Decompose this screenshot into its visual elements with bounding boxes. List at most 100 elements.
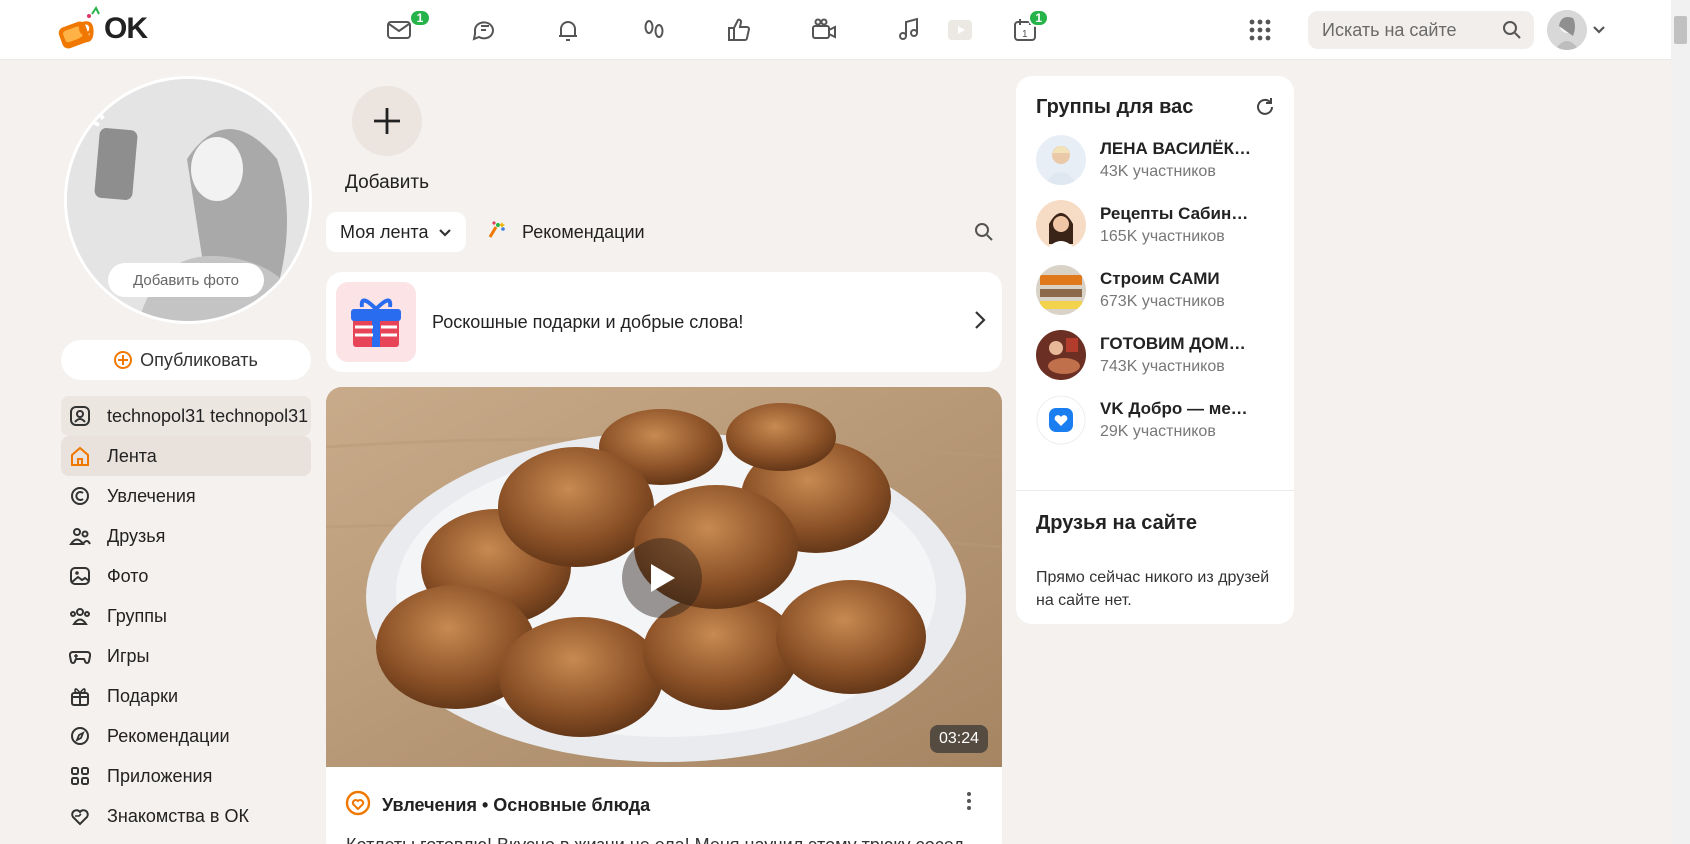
- chevron-down-icon: [438, 222, 452, 243]
- group-members: 743K участников: [1100, 358, 1225, 375]
- nav-discussions[interactable]: [464, 12, 504, 48]
- gamepad-icon: [67, 643, 93, 669]
- play-icon: [651, 564, 675, 592]
- recommendations-label: Рекомендации: [522, 221, 645, 242]
- dating-icon: [67, 803, 93, 829]
- search-icon[interactable]: [1502, 20, 1522, 45]
- chat-bubbles-icon: [472, 21, 494, 41]
- my-feed-dropdown[interactable]: Моя лента: [326, 212, 466, 252]
- page-scrollbar[interactable]: [1671, 0, 1690, 844]
- photo-icon: [67, 563, 93, 589]
- logo-text: OK: [104, 12, 148, 45]
- group-avatar: [1036, 135, 1086, 185]
- apps-menu-button[interactable]: [1240, 12, 1280, 48]
- group-item[interactable]: VK Добро — место добрых дел 29K участник…: [1036, 392, 1276, 448]
- group-members: 165K участников: [1100, 228, 1225, 245]
- sparkle-icon: [486, 219, 508, 246]
- sidebar-item-feed[interactable]: Лента: [61, 436, 311, 476]
- sidebar-item-label: Друзья: [107, 525, 166, 546]
- svg-text:9: 9: [78, 16, 95, 49]
- music-note-icon: [899, 17, 918, 40]
- sidebar-item-label: Игры: [107, 645, 150, 666]
- group-avatar: [1036, 395, 1086, 445]
- tab-recommendations[interactable]: Рекомендации: [486, 212, 645, 252]
- refresh-icon[interactable]: [1254, 96, 1276, 123]
- sidebar-item-games[interactable]: Игры: [61, 636, 311, 676]
- ok-logo[interactable]: 9 OK: [56, 6, 148, 52]
- publish-button[interactable]: Опубликовать: [61, 340, 311, 380]
- sidebar-item-profile[interactable]: technopol31 technopol31: [61, 396, 311, 436]
- post-category: Увлечения • Основные блюда: [382, 795, 651, 815]
- post-text[interactable]: Котлеты готовлю! Вкусно в жизни не ела! …: [346, 835, 964, 844]
- apps-icon: [67, 763, 93, 789]
- user-avatar[interactable]: [1547, 10, 1587, 50]
- scrollbar-thumb[interactable]: [1674, 16, 1687, 44]
- gift-banner-text: Роскошные подарки и добрые слова!: [432, 311, 744, 332]
- group-item[interactable]: ГОТОВИМ ДОМА вкусно 743K участников: [1036, 327, 1276, 383]
- logo-mark-icon: 9: [56, 6, 106, 52]
- feed-tabs: Моя лента Рекомендации: [326, 212, 1002, 252]
- nav-video[interactable]: [804, 12, 844, 48]
- post-video[interactable]: 03:24: [326, 387, 1002, 767]
- nav-notifications[interactable]: [548, 12, 588, 48]
- divider: [1016, 490, 1294, 491]
- sidebar-item-label: Приложения: [107, 765, 213, 786]
- sidebar-nav: technopol31 technopol31 Лента Увлечения …: [61, 396, 311, 836]
- site-search-input[interactable]: [1322, 19, 1492, 41]
- group-name: ЛЕНА ВАСИЛЁК. Отдел кадров: [1100, 139, 1252, 158]
- chevron-down-icon[interactable]: [1592, 22, 1606, 40]
- nav-messages[interactable]: 1: [379, 9, 431, 48]
- sidebar-item-label: Фото: [107, 565, 149, 586]
- group-avatar: [1036, 330, 1086, 380]
- group-name: Рецепты Сабины кулинария: [1100, 204, 1252, 223]
- sidebar-item-photo[interactable]: Фото: [61, 556, 311, 596]
- sidebar-item-dating[interactable]: Знакомства в ОК: [61, 796, 311, 836]
- search-icon[interactable]: [974, 222, 994, 247]
- group-avatar: [1036, 265, 1086, 315]
- groups-icon: [67, 603, 93, 629]
- nav-play[interactable]: [940, 12, 980, 48]
- hobbies-icon: [344, 789, 372, 822]
- footprints-icon: [644, 20, 664, 38]
- compass-icon: [67, 723, 93, 749]
- nav-music[interactable]: [889, 12, 929, 48]
- add-story-label: Добавить: [345, 172, 429, 193]
- sidebar-item-friends[interactable]: Друзья: [61, 516, 311, 556]
- add-story-button[interactable]: [352, 86, 422, 156]
- top-bar: 9 OK 1 1 1: [0, 0, 1671, 60]
- my-feed-label: Моя лента: [340, 221, 429, 242]
- sidebar-item-gifts[interactable]: Подарки: [61, 676, 311, 716]
- group-members: 43K участников: [1100, 163, 1216, 180]
- user-icon: [67, 403, 93, 429]
- nav-guests[interactable]: [634, 12, 674, 48]
- messages-badge: 1: [409, 9, 431, 27]
- site-search: [1308, 11, 1534, 49]
- sidebar-item-label: Увлечения: [107, 485, 196, 506]
- friends-icon: [67, 523, 93, 549]
- group-item[interactable]: ЛЕНА ВАСИЛЁК. Отдел кадров 43K участнико…: [1036, 132, 1276, 188]
- gift-banner[interactable]: Роскошные подарки и добрые слова!: [326, 272, 1002, 372]
- sidebar-item-apps[interactable]: Приложения: [61, 756, 311, 796]
- thumbs-up-icon: [728, 18, 751, 41]
- home-icon: [67, 443, 93, 469]
- play-button[interactable]: [622, 538, 702, 618]
- friends-online-text: Прямо сейчас никого из друзей на сайте н…: [1036, 569, 1270, 609]
- svg-text:1: 1: [1022, 29, 1028, 40]
- sidebar-item-label: Лента: [107, 445, 157, 466]
- sidebar-item-recommendations[interactable]: Рекомендации: [61, 716, 311, 756]
- groups-suggestions-card: Группы для вас ЛЕНА ВАСИЛЁК. Отдел кадро…: [1016, 76, 1294, 624]
- post-header[interactable]: Увлечения • Основные блюда: [344, 789, 650, 822]
- more-options-icon[interactable]: [966, 791, 972, 816]
- sidebar-item-groups[interactable]: Группы: [61, 596, 311, 636]
- gift-box-icon: [336, 282, 416, 362]
- add-photo-button[interactable]: Добавить фото: [108, 263, 264, 297]
- nav-reactions[interactable]: [719, 12, 759, 48]
- grid-dots-icon: [1249, 19, 1271, 41]
- group-item[interactable]: Рецепты Сабины кулинария 165K участников: [1036, 197, 1276, 253]
- group-name: Строим САМИ: [1100, 269, 1220, 288]
- group-item[interactable]: Строим САМИ 673K участников: [1036, 262, 1276, 318]
- sidebar-item-label: Знакомства в ОК: [107, 805, 249, 826]
- sidebar-item-hobbies[interactable]: Увлечения: [61, 476, 311, 516]
- nav-events[interactable]: 1 1: [1005, 9, 1049, 48]
- plus-icon: [374, 108, 400, 134]
